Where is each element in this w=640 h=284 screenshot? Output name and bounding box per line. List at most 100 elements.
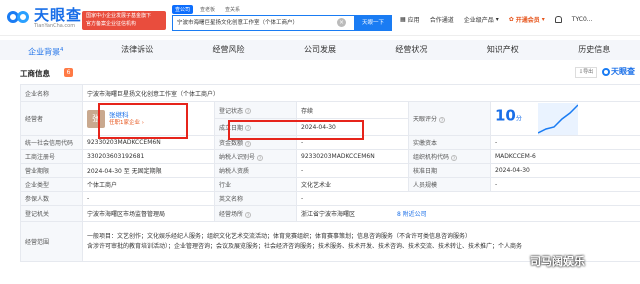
approve-date: 2024-04-30 <box>490 163 640 178</box>
promo-line-2: 官方备案企业征信机构 <box>86 21 137 27</box>
field-label: 纳税人资质 <box>214 163 297 178</box>
nav-notifications[interactable] <box>554 16 562 23</box>
nav-partner[interactable]: 合作通道 <box>430 15 454 24</box>
industry: 文化艺术业 <box>296 177 409 192</box>
taxpayer-qualification: - <box>296 163 409 178</box>
field-label: 经营场所? <box>214 205 297 222</box>
field-label: 英文名称 <box>214 191 297 206</box>
watermark-text: 司马阔娱乐 <box>530 255 585 268</box>
field-label: 资金数额? <box>214 135 297 150</box>
tab-history[interactable]: 历史信息 <box>549 40 640 60</box>
brand-watermark: 天眼查 <box>602 66 635 77</box>
field-label: 天眼评分? <box>408 101 491 136</box>
nav-user[interactable]: TYC0... <box>572 16 593 23</box>
field-label: 实缴资本 <box>408 135 491 150</box>
promo-line-1: 国家中小企业发展子基金旗下 <box>86 13 152 19</box>
section-title: 工商信息 <box>20 69 50 78</box>
table-row: 企业类型 个体工商户 行业 文化艺术业 人员规模 - <box>20 177 640 192</box>
field-label: 营业期限 <box>20 163 83 178</box>
field-label: 统一社会信用代码 <box>20 135 83 150</box>
field-label: 行业 <box>214 177 297 192</box>
operator-cell: 张 张继科 任职1家企业 › <box>82 101 215 136</box>
credit-code: 92330203MADKCCEM6N <box>82 135 215 150</box>
nav-vip[interactable]: ✿ 开通会员 ▾ <box>509 15 545 24</box>
grid-icon: ▦ <box>400 16 406 23</box>
capital-amount: - <box>296 135 409 150</box>
table-row: 统一社会信用代码 92330203MADKCCEM6N 资金数额? - 实缴资本… <box>20 135 640 150</box>
top-nav: ▦ 应用 合作通道 企业级产品 ▾ ✿ 开通会员 ▾ TYC0... <box>400 15 593 24</box>
nearby-companies-link[interactable]: 8 附近公司 <box>397 211 427 218</box>
company-type: 个体工商户 <box>82 177 215 192</box>
search-input[interactable]: 宁波市海曙巨星扬文化创意工作室（个体工商户） <box>172 15 354 31</box>
business-place: 浙江省宁波市海曙区 8 附近公司 <box>296 205 640 222</box>
search-tab-relation[interactable]: 查关系 <box>222 5 243 14</box>
paid-capital: - <box>490 135 640 150</box>
tab-ip[interactable]: 知识产权 <box>457 40 548 60</box>
top-bar: 天眼查 TianYanCha.com 国家中小企业发展子基金旗下 官方备案企业征… <box>0 0 640 36</box>
staff-size: - <box>490 177 640 192</box>
reg-status: 存续 <box>296 101 409 119</box>
operator-positions-link[interactable]: 任职1家企业 › <box>109 119 144 127</box>
vip-icon: ✿ <box>508 16 514 23</box>
field-label: 企业名称 <box>20 84 83 102</box>
logo-eye-icon <box>6 8 32 28</box>
tab-development[interactable]: 公司发展 <box>274 40 365 60</box>
help-icon[interactable]: ? <box>439 116 446 123</box>
tab-background[interactable]: 企业背景4 <box>0 40 91 60</box>
field-label: 核准日期 <box>408 163 491 178</box>
field-label: 人员规模 <box>408 177 491 192</box>
business-term: 2024-04-30 至 无固定期限 <box>82 163 215 178</box>
field-label: 经营范围 <box>20 221 83 262</box>
avatar: 张 <box>87 109 105 128</box>
nav-enterprise[interactable]: 企业级产品 ▾ <box>464 15 499 24</box>
tianyan-score: 10 <box>495 106 516 124</box>
field-label: 参保人数 <box>20 191 83 206</box>
establish-date: 2024-04-30 <box>296 118 409 136</box>
field-label: 登记机关 <box>20 205 83 222</box>
tab-operation[interactable]: 经营状况 <box>366 40 457 60</box>
search-button[interactable]: 天眼一下 <box>354 15 392 31</box>
help-icon[interactable]: ? <box>451 154 458 161</box>
tab-lawsuit[interactable]: 法律诉讼 <box>91 40 182 60</box>
search-tab-company[interactable]: 查公司 <box>172 5 194 14</box>
bell-icon <box>554 16 562 23</box>
table-row: 营业期限 2024-04-30 至 无固定期限 纳税人资质 - 核准日期 202… <box>20 163 640 178</box>
site-logo[interactable]: 天眼查 TianYanCha.com <box>6 7 82 29</box>
table-row: 工商注册号 330203603192681 纳税人识别号? 92330203MA… <box>20 149 640 164</box>
help-icon[interactable]: ? <box>245 140 252 147</box>
tab-risk[interactable]: 经营风险 <box>183 40 274 60</box>
table-row: 参保人数 - 英文名称 - <box>20 191 640 206</box>
help-icon[interactable]: ? <box>257 154 264 161</box>
field-label: 纳税人识别号? <box>214 149 297 164</box>
section-header: 工商信息 6 ⇩导出 天眼查 <box>20 66 640 82</box>
detail-tabs: 企业背景4 法律诉讼 经营风险 公司发展 经营状况 知识产权 历史信息 <box>0 40 640 60</box>
company-name: 宁波市海曙巨星扬文化创意工作室（个体工商户） <box>82 84 640 102</box>
field-label: 组织机构代码? <box>408 149 491 164</box>
logo-eye-icon <box>602 67 610 76</box>
chevron-down-icon: ▾ <box>495 16 499 23</box>
score-chart <box>537 102 579 135</box>
insured-count: - <box>82 191 215 206</box>
reg-authority: 宁波市海曙区市场监督管理局 <box>82 205 215 222</box>
score-cell: 10分 <box>490 101 640 136</box>
search-tabs: 查公司 查老板 查关系 <box>172 5 243 14</box>
table-row: 经营者 张 张继科 任职1家企业 › 登记状态? 存续 天眼评分? 10分 <box>20 101 640 136</box>
reg-number: 330203603192681 <box>82 149 215 164</box>
logo-text: 天眼查 <box>34 6 83 24</box>
section-badge: 6 <box>64 68 73 77</box>
field-label: 成立日期? <box>214 118 297 136</box>
field-label: 登记状态? <box>214 101 297 119</box>
search-tab-boss[interactable]: 查老板 <box>197 5 218 14</box>
help-icon[interactable]: ? <box>245 108 252 114</box>
field-label: 企业类型 <box>20 177 83 192</box>
help-icon[interactable]: ? <box>245 211 252 218</box>
chevron-down-icon: ▾ <box>541 16 545 23</box>
field-label: 经营者 <box>20 101 83 136</box>
clear-icon[interactable]: × <box>337 18 346 27</box>
promo-banner: 国家中小企业发展子基金旗下 官方备案企业征信机构 <box>82 11 166 30</box>
help-icon[interactable]: ? <box>245 125 252 131</box>
table-row: 登记机关 宁波市海曙区市场监督管理局 经营场所? 浙江省宁波市海曙区 8 附近公… <box>20 205 640 222</box>
nav-app[interactable]: ▦ 应用 <box>400 15 420 24</box>
export-button[interactable]: ⇩导出 <box>575 67 597 78</box>
operator-name[interactable]: 张继科 <box>109 111 144 119</box>
